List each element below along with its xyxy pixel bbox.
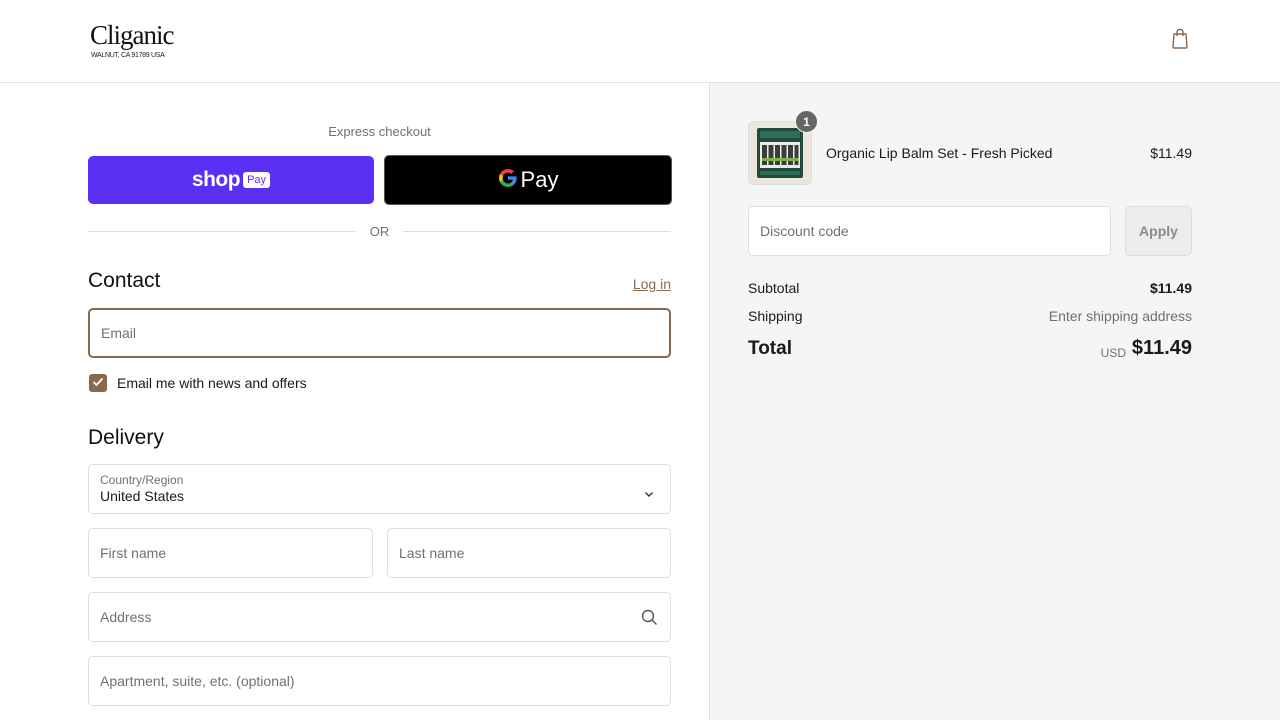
- shop-pay-badge: Pay: [243, 172, 271, 188]
- last-name-placeholder: Last name: [399, 545, 465, 561]
- shipping-label: Shipping: [748, 308, 803, 324]
- first-name-placeholder: First name: [100, 545, 167, 561]
- apartment-placeholder: Apartment, suite, etc. (optional): [100, 673, 295, 689]
- country-label: Country/Region: [100, 473, 184, 487]
- subtotal-label: Subtotal: [748, 280, 800, 296]
- chevron-down-icon: [644, 485, 654, 501]
- or-divider-text: OR: [369, 224, 390, 239]
- address-placeholder: Address: [100, 609, 152, 625]
- brand-logo[interactable]: Cliganic WALNUT, CA 91789 USA: [90, 20, 174, 59]
- total-currency: USD: [1100, 346, 1126, 360]
- shop-pay-button[interactable]: shop Pay: [88, 156, 374, 204]
- checkmark-icon: [92, 374, 104, 392]
- subtotal-value: $11.49: [1149, 280, 1192, 296]
- country-select[interactable]: Country/Region United States: [88, 464, 671, 514]
- cart-button[interactable]: [1168, 28, 1192, 54]
- brand-location: WALNUT, CA 91789 USA: [91, 52, 165, 59]
- shopping-bag-icon: [1171, 28, 1189, 54]
- divider-right: [403, 231, 671, 232]
- discount-placeholder: Discount code: [760, 223, 849, 239]
- express-checkout-label: Express checkout: [328, 124, 431, 139]
- google-g-icon: [498, 168, 518, 193]
- total-value: $11.49: [1131, 337, 1192, 359]
- shop-pay-wordmark: shop: [191, 168, 241, 191]
- product-name: Organic Lip Balm Set - Fresh Picked: [826, 145, 1053, 161]
- shipping-value: Enter shipping address: [1048, 308, 1192, 324]
- contact-heading: Contact: [88, 269, 161, 292]
- apartment-field[interactable]: Apartment, suite, etc. (optional): [88, 656, 671, 706]
- apply-discount-button[interactable]: Apply: [1125, 206, 1192, 256]
- total-label: Total: [748, 338, 792, 359]
- quantity-badge: 1: [795, 110, 818, 133]
- first-name-field[interactable]: First name: [88, 528, 373, 578]
- delivery-heading: Delivery: [88, 426, 164, 449]
- newsletter-checkbox[interactable]: [89, 374, 107, 392]
- product-price: $11.49: [1150, 145, 1192, 161]
- login-link[interactable]: Log in: [600, 276, 671, 292]
- email-field[interactable]: Email: [88, 308, 671, 358]
- country-value: United States: [100, 488, 185, 504]
- email-placeholder: Email: [101, 325, 137, 341]
- address-field[interactable]: Address: [88, 592, 671, 642]
- google-pay-text: Pay: [520, 167, 559, 192]
- checkout-header: Cliganic WALNUT, CA 91789 USA: [0, 0, 1280, 83]
- google-pay-button[interactable]: Pay: [384, 155, 672, 205]
- last-name-field[interactable]: Last name: [387, 528, 671, 578]
- newsletter-label: Email me with news and offers: [117, 375, 307, 391]
- discount-code-field[interactable]: Discount code: [748, 206, 1111, 256]
- brand-name: Cliganic: [90, 20, 174, 50]
- search-icon: [641, 609, 658, 629]
- divider-left: [88, 231, 356, 232]
